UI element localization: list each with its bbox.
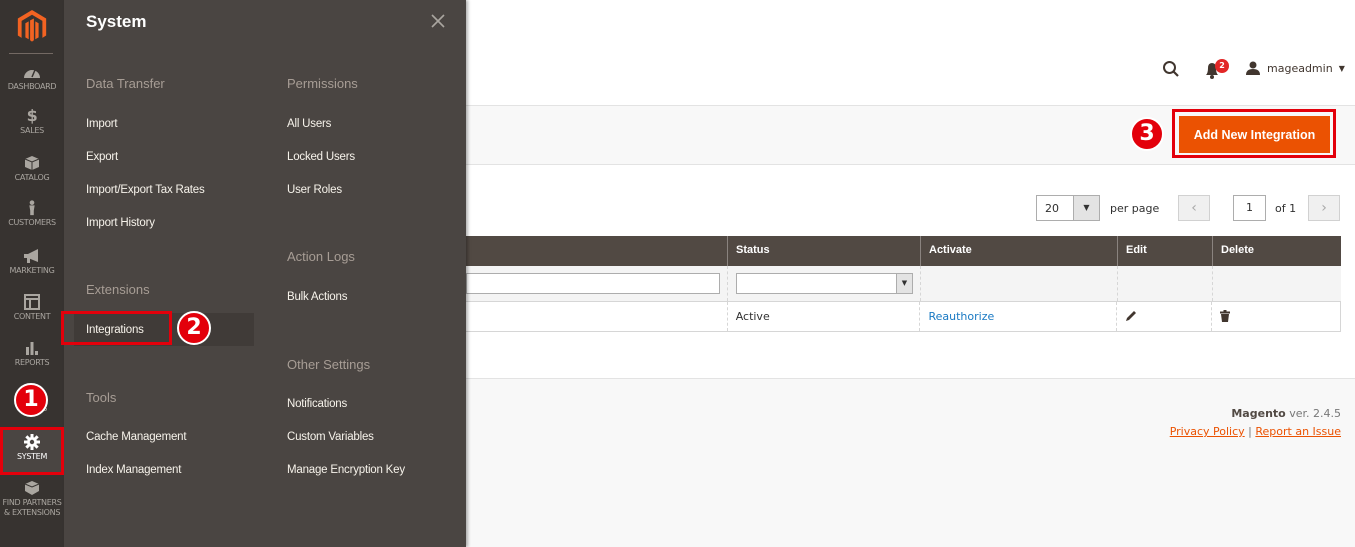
report-issue-link[interactable]: Report an Issue (1255, 425, 1341, 438)
total-pages-label: of 1 (1275, 202, 1297, 215)
version-info: Magento ver. 2.4.5 (1231, 407, 1341, 420)
close-icon[interactable] (430, 13, 446, 29)
annotation-box-2 (61, 311, 172, 345)
per-page-label: per page (1110, 202, 1160, 215)
nav-item-reports[interactable]: REPORTS (0, 340, 64, 368)
bar-chart-icon (26, 342, 38, 355)
pencil-icon[interactable] (1125, 310, 1137, 322)
nav-item-marketing[interactable]: MARKETING (0, 248, 64, 276)
nav-label: MARKETING (9, 266, 55, 275)
notifications-count-badge: 2 (1215, 59, 1229, 73)
annotation-box-1 (0, 427, 64, 475)
grid-header-row: Status Activate Edit Delete (466, 236, 1341, 266)
annotation-step-2: 2 (177, 311, 211, 345)
caret-down-icon: ▼ (896, 274, 912, 293)
grid-filter-row: ▼ (466, 266, 1341, 302)
section-title-other-settings: Other Settings (287, 357, 371, 372)
version-number: ver. 2.4.5 (1285, 407, 1341, 420)
menu-item-manage-encryption-key[interactable]: Manage Encryption Key (287, 464, 405, 476)
per-page-value: 20 (1045, 202, 1059, 215)
menu-item-import-history[interactable]: Import History (86, 217, 155, 229)
nav-label: & EXTENSIONS (3, 508, 61, 517)
chevron-right-icon: › (1321, 200, 1327, 216)
column-header-edit: Edit (1117, 236, 1212, 266)
column-header-status[interactable]: Status (727, 236, 920, 266)
table-row: Active Reauthorize (466, 302, 1341, 332)
menu-item-user-roles[interactable]: User Roles (287, 184, 342, 196)
person-icon (29, 200, 35, 216)
nav-label: FIND PARTNERS (2, 498, 62, 507)
menu-item-bulk-actions[interactable]: Bulk Actions (287, 291, 347, 303)
user-menu[interactable]: mageadmin ▼ (1245, 61, 1345, 75)
column-header-name[interactable] (466, 236, 727, 266)
caret-down-icon[interactable]: ▼ (1073, 196, 1099, 220)
menu-item-notifications[interactable]: Notifications (287, 398, 347, 410)
cell-name (466, 302, 727, 331)
megaphone-icon (24, 249, 38, 263)
section-title-action-logs: Action Logs (287, 249, 355, 264)
section-title-tools: Tools (86, 390, 117, 405)
nav-item-sales[interactable]: $ SALES (0, 108, 64, 136)
search-icon[interactable] (1162, 60, 1180, 78)
nav-item-content[interactable]: CONTENT (0, 294, 64, 322)
flyout-title: System (86, 12, 147, 31)
magento-logo-icon[interactable] (16, 10, 48, 44)
menu-item-custom-variables[interactable]: Custom Variables (287, 431, 374, 443)
annotation-step-3: 3 (1130, 117, 1164, 151)
nav-label: SALES (20, 126, 44, 135)
menu-item-index-management[interactable]: Index Management (86, 464, 181, 476)
nav-label: CONTENT (13, 312, 51, 321)
integrations-grid: Status Activate Edit Delete ▼ Active Rea… (466, 236, 1341, 332)
name-filter-input[interactable] (466, 273, 720, 294)
nav-label: CATALOG (14, 173, 50, 182)
page-footer: Magento ver. 2.4.5 Privacy Policy | Repo… (466, 378, 1355, 547)
nav-item-catalog[interactable]: CATALOG (0, 155, 64, 183)
menu-item-locked-users[interactable]: Locked Users (287, 151, 355, 163)
footer-links: Privacy Policy | Report an Issue (1170, 425, 1341, 438)
nav-item-customers[interactable]: CUSTOMERS (0, 200, 64, 228)
annotation-step-1: 1 (14, 383, 48, 417)
section-title-extensions: Extensions (86, 282, 150, 297)
brand-name: Magento (1231, 407, 1286, 420)
menu-item-export[interactable]: Export (86, 151, 118, 163)
status-filter-select[interactable]: ▼ (736, 273, 913, 294)
section-title-data-transfer: Data Transfer (86, 76, 165, 91)
column-header-activate: Activate (920, 236, 1117, 266)
previous-page-button[interactable]: ‹ (1178, 195, 1210, 221)
next-page-button[interactable]: › (1308, 195, 1340, 221)
footer-separator: | (1244, 425, 1256, 438)
logo-divider (9, 53, 53, 54)
privacy-policy-link[interactable]: Privacy Policy (1170, 425, 1245, 438)
blocks-icon (24, 481, 40, 495)
chevron-left-icon: ‹ (1191, 200, 1197, 216)
nav-label: REPORTS (14, 358, 50, 367)
dashboard-icon (24, 69, 40, 78)
section-title-permissions: Permissions (287, 76, 358, 91)
annotation-box-3 (1172, 109, 1336, 158)
trash-icon[interactable] (1220, 310, 1231, 322)
nav-label: CUSTOMERS (8, 218, 56, 227)
nav-item-find-partners[interactable]: FIND PARTNERS & EXTENSIONS (0, 480, 64, 518)
user-icon (1246, 61, 1260, 75)
box-icon (24, 156, 40, 170)
chevron-down-icon: ▼ (1338, 63, 1345, 73)
dollar-icon: $ (26, 106, 38, 125)
nav-label: DASHBOARD (7, 82, 57, 91)
menu-item-all-users[interactable]: All Users (287, 118, 331, 130)
current-page-input[interactable]: 1 (1233, 195, 1266, 221)
menu-item-import-export-tax-rates[interactable]: Import/Export Tax Rates (86, 184, 205, 196)
layout-icon (24, 294, 40, 310)
menu-item-import[interactable]: Import (86, 118, 118, 130)
nav-item-dashboard[interactable]: DASHBOARD (0, 64, 64, 92)
reauthorize-link[interactable]: Reauthorize (928, 310, 994, 323)
column-header-delete: Delete (1212, 236, 1341, 266)
username: mageadmin (1267, 61, 1333, 75)
menu-item-cache-management[interactable]: Cache Management (86, 431, 187, 443)
cell-status: Active (726, 302, 920, 331)
per-page-select[interactable]: 20 ▼ (1036, 195, 1100, 221)
system-menu-flyout: System Data Transfer Import Export Impor… (64, 0, 466, 547)
